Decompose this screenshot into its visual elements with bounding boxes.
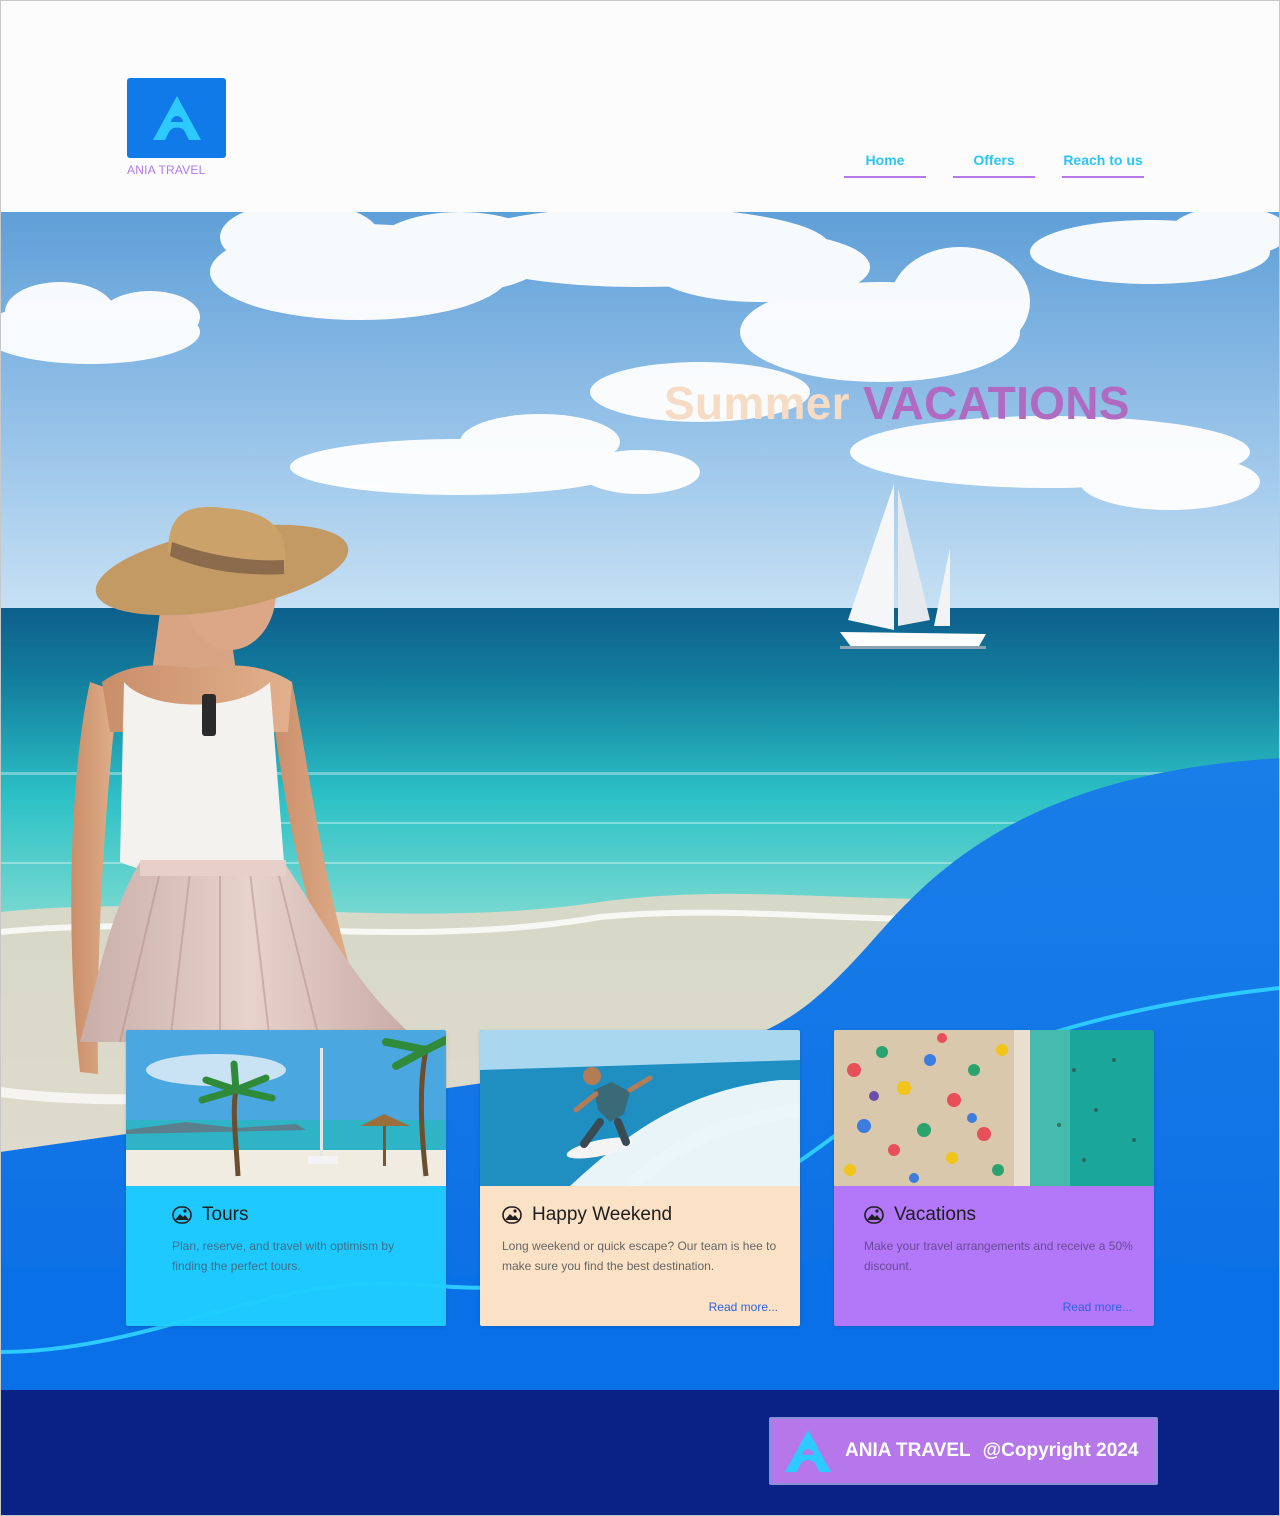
card-tours-text: Plan, reserve, and travel with optimism …: [172, 1239, 395, 1273]
card-happy-weekend[interactable]: Happy Weekend Long weekend or quick esca…: [480, 1030, 800, 1326]
logo-text: ANIA TRAVEL: [127, 163, 206, 177]
nav-reach-to-us[interactable]: Reach to us: [1062, 152, 1144, 178]
card-weekend-read-more-link[interactable]: Read more...: [709, 1300, 778, 1314]
card-vacations-body: Vacations Make your travel arrangements …: [834, 1186, 1154, 1326]
hero-title-vacations: VACATIONS: [862, 377, 1130, 429]
logo-a-icon: [153, 96, 201, 140]
footer-badge: ANIA TRAVEL @Copyright 2024: [769, 1417, 1158, 1485]
landscape-icon: [864, 1206, 884, 1224]
footer-copyright: @Copyright 2024: [982, 1440, 1139, 1461]
card-weekend-body: Happy Weekend Long weekend or quick esca…: [480, 1186, 800, 1326]
landscape-icon: [172, 1206, 192, 1224]
landscape-icon: [502, 1206, 522, 1224]
card-vacations-image: [834, 1030, 1154, 1186]
footer-brand: ANIA TRAVEL: [845, 1440, 971, 1461]
site-footer: ANIA TRAVEL @Copyright 2024: [0, 1390, 1280, 1516]
card-weekend-image: [480, 1030, 800, 1186]
nav-offers[interactable]: Offers: [953, 152, 1035, 178]
card-vacations-title: Vacations: [894, 1204, 977, 1225]
card-vacations-text: Make your travel arrangements and receiv…: [864, 1239, 1133, 1273]
card-weekend-text: Long weekend or quick escape? Our team i…: [502, 1239, 777, 1273]
logo[interactable]: [127, 78, 226, 158]
card-tours-image: [126, 1030, 446, 1186]
nav-home[interactable]: Home: [844, 152, 926, 178]
card-vacations[interactable]: Vacations Make your travel arrangements …: [834, 1030, 1154, 1326]
hero-title-summer: Summer: [664, 377, 850, 429]
card-tours-title: Tours: [202, 1204, 249, 1225]
site-header: ANIA TRAVEL Home Offers Reach to us: [0, 0, 1280, 212]
card-vacations-read-more-link[interactable]: Read more...: [1063, 1300, 1132, 1314]
hero-title: Summer VACATIONS: [664, 376, 1130, 430]
logo-a-icon: [785, 1429, 831, 1473]
card-tours-body: Tours Plan, reserve, and travel with opt…: [126, 1186, 446, 1326]
card-tours[interactable]: Tours Plan, reserve, and travel with opt…: [126, 1030, 446, 1326]
card-weekend-title: Happy Weekend: [532, 1204, 673, 1225]
